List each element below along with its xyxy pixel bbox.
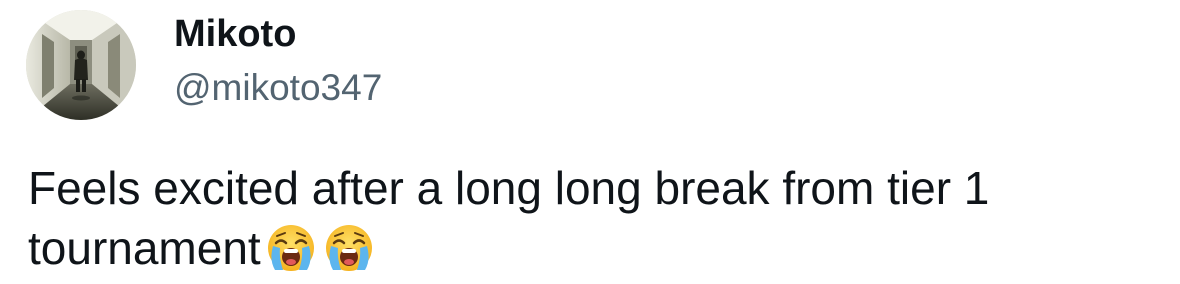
hallway-photo-avatar-icon: [26, 10, 136, 120]
tweet-card[interactable]: Mikoto @mikoto347 Feels excited after a …: [0, 0, 1180, 284]
tweet-text-line-2-words: tournament: [28, 222, 261, 274]
user-handle[interactable]: @mikoto347: [174, 66, 382, 110]
user-avatar[interactable]: [26, 10, 136, 120]
loudly-crying-face-icon: [265, 222, 317, 274]
user-display-name[interactable]: Mikoto: [174, 12, 296, 56]
loudly-crying-face-icon: [323, 222, 375, 274]
tweet-text-line-2: tournament: [28, 218, 1158, 278]
tweet-text-line-1: Feels excited after a long long break fr…: [28, 162, 990, 214]
tweet-text: Feels excited after a long long break fr…: [28, 158, 1158, 278]
